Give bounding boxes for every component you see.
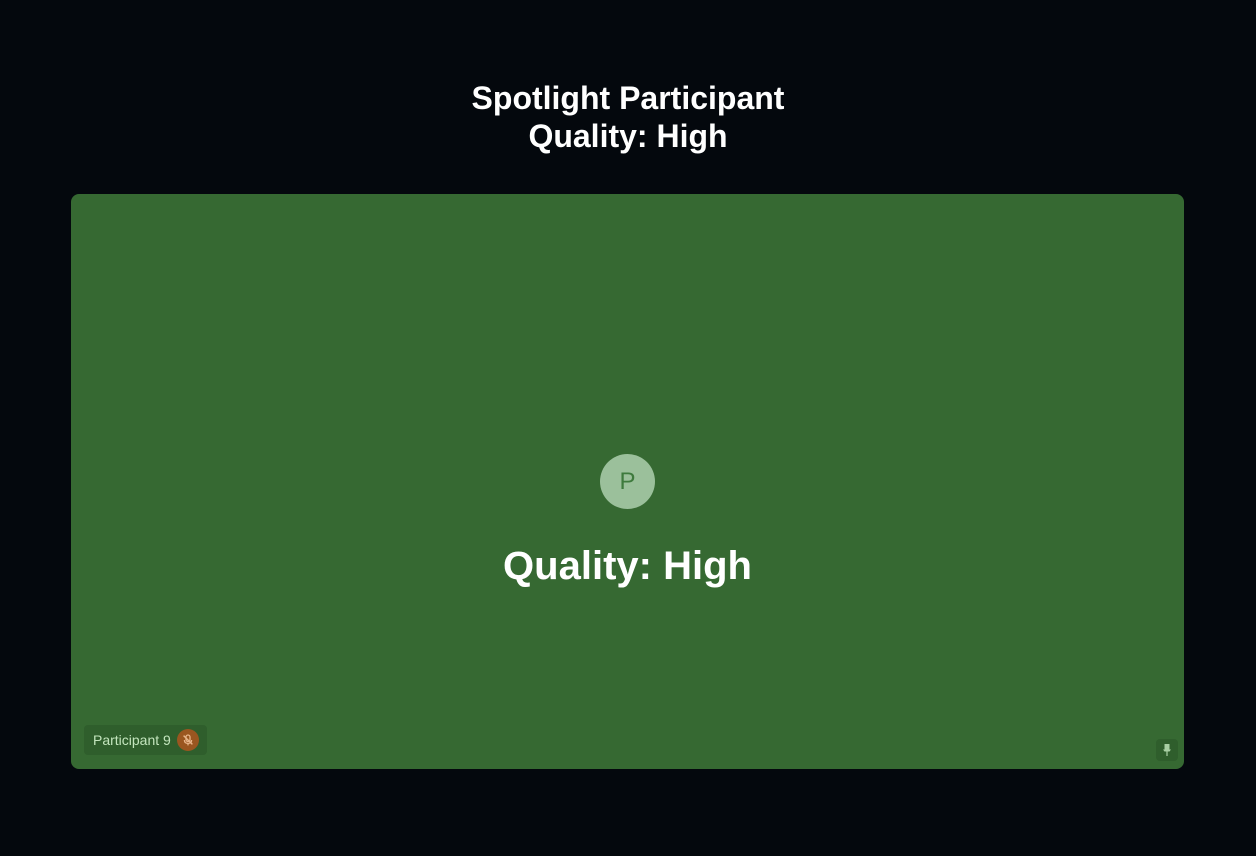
page-header: Spotlight Participant Quality: High (0, 79, 1256, 155)
pin-icon (1161, 743, 1173, 757)
quality-subtitle: Quality: High (528, 118, 728, 154)
participant-name-tag: Participant 9 (84, 725, 207, 755)
participant-avatar: P (600, 454, 655, 509)
spotlight-video-tile[interactable]: P Quality: High Participant 9 (71, 194, 1184, 769)
pin-button[interactable] (1156, 739, 1178, 761)
mic-off-icon (176, 729, 199, 751)
participant-name: Participant 9 (93, 732, 171, 748)
quality-label: Quality: High (503, 544, 752, 588)
page-title: Spotlight Participant (471, 80, 785, 116)
